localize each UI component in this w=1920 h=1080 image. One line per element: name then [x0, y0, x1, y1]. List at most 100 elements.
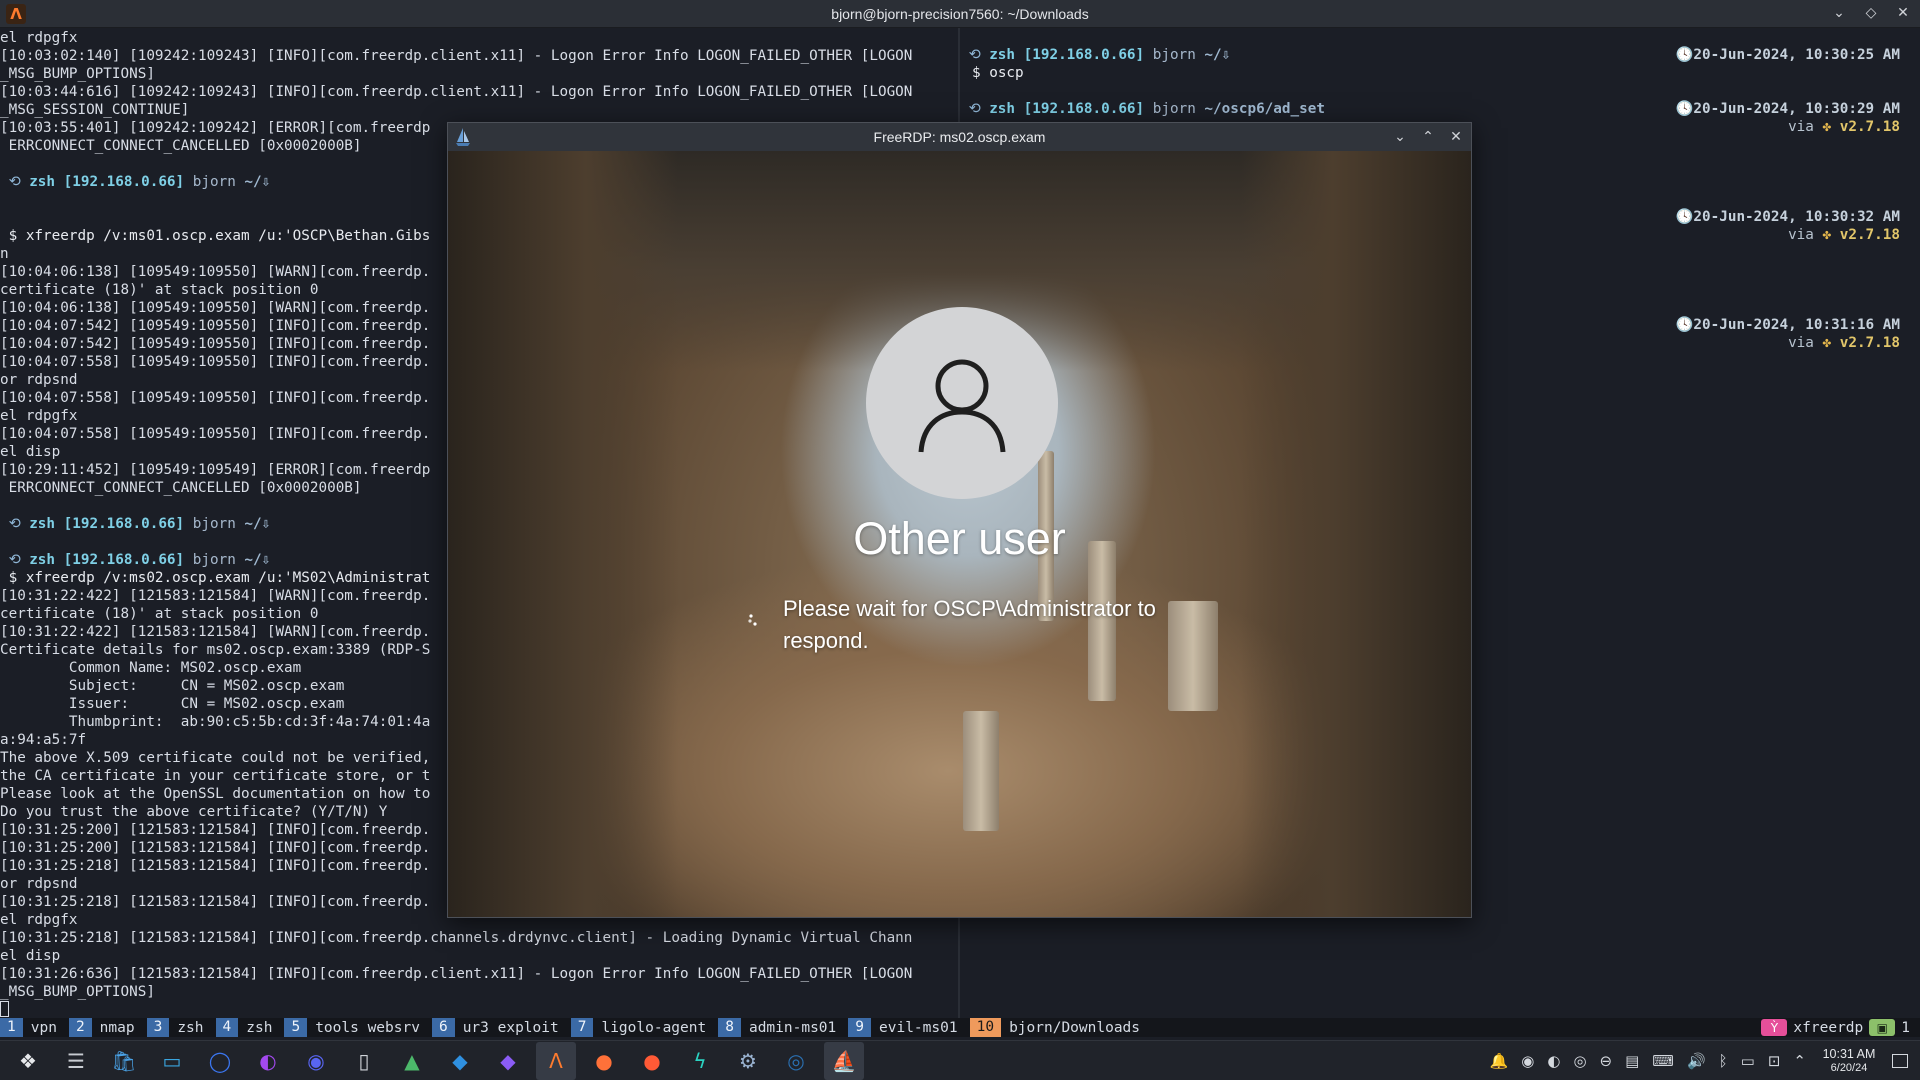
vscode-icon[interactable]: ◆ — [440, 1042, 480, 1080]
workspace-bar: 1 vpn 2 nmap 3 zsh 4 zsh 5 tools websrv 6 ur3 explo… — [0, 1018, 1920, 1037]
vpn-tray-icon[interactable]: ⊖ — [1600, 1052, 1613, 1070]
signal-icon[interactable]: ◯ — [200, 1042, 240, 1080]
freerdp-minimize-button[interactable]: ⌄ — [1391, 128, 1409, 146]
kde-launcher-icon[interactable]: ❖ — [8, 1042, 48, 1080]
line-text: [10:04:07:558] [109549:109550] [INFO][co… — [0, 426, 431, 442]
timestamp: 🕓20-Jun-2024, 10:30:25 AM — [1676, 46, 1900, 64]
workspace-6[interactable]: 6 ur3 exploit — [431, 1018, 565, 1037]
bolt-app-icon[interactable]: ϟ — [680, 1042, 720, 1080]
line-text: el rdpgfx — [0, 30, 78, 46]
clock-icon: 🕓 — [1675, 101, 1694, 117]
freerdp-window[interactable]: FreeRDP: ms02.oscp.exam ⌄ ⌃ ✕ Other user… — [447, 122, 1472, 918]
timestamp-text: 20-Jun-2024, 10:30:32 AM — [1693, 209, 1900, 225]
workspace-label: ligolo-agent — [601, 1019, 707, 1036]
remote-desktop-screen[interactable]: Other user Please wait for OSCP\Administ… — [448, 151, 1471, 917]
freerdp-maximize-button[interactable]: ⌃ — [1419, 128, 1437, 146]
current-path: ~/⇩ — [244, 174, 271, 190]
discord-icon[interactable]: ◉ — [296, 1042, 336, 1080]
clock[interactable]: 10:31 AM 6/20/24 — [1819, 1047, 1879, 1075]
workspace-7[interactable]: 7 ligolo-agent — [570, 1018, 713, 1037]
workspace-number: 2 — [68, 1018, 92, 1037]
host-ip: [192.168.0.66] — [1023, 47, 1145, 63]
command-text: $ oscp — [972, 65, 1024, 81]
python-icon: ✤ — [1813, 335, 1840, 351]
system-monitor-icon[interactable]: ▲ — [392, 1042, 432, 1080]
freerdp-titlebar[interactable]: FreeRDP: ms02.oscp.exam ⌄ ⌃ ✕ — [448, 123, 1471, 151]
steam-icon[interactable]: ◎ — [776, 1042, 816, 1080]
workspace-label: nmap — [99, 1019, 135, 1036]
line-text: Certificate details for ms02.oscp.exam:3… — [0, 642, 431, 658]
line-text: ERRCONNECT_CONNECT_CANCELLED [0x0002000B… — [0, 480, 362, 496]
task-manager-icon[interactable]: ☰ — [56, 1042, 96, 1080]
line-text: [10:03:02:140] [109242:109243] [INFO][co… — [0, 48, 913, 64]
store-icon[interactable]: 🛍 — [104, 1042, 144, 1080]
clock-icon: 🕓 — [1675, 47, 1694, 63]
freerdp-title: FreeRDP: ms02.oscp.exam — [873, 129, 1046, 145]
terminal-cursor — [0, 1001, 9, 1017]
minimize-button[interactable]: ⌄ — [1830, 4, 1848, 22]
line-text: The above X.509 certificate could not be… — [0, 750, 431, 766]
notifications-icon[interactable]: 🔔 — [1490, 1052, 1509, 1070]
volume-icon[interactable]: 🔊 — [1687, 1052, 1706, 1070]
messenger-tray-icon[interactable]: ◐ — [1547, 1052, 1560, 1070]
clipboard-icon[interactable]: ▤ — [1625, 1052, 1639, 1070]
firefox-dev-icon[interactable]: ● — [632, 1042, 672, 1080]
close-button[interactable]: ✕ — [1894, 4, 1912, 22]
terminal-titlebar[interactable]: Λ bjorn@bjorn-precision7560: ~/Downloads… — [0, 0, 1920, 28]
current-path: ~/⇩ — [244, 516, 271, 532]
messenger-icon[interactable]: ◐ — [248, 1042, 288, 1080]
window-count-icon: ▣ — [1869, 1019, 1896, 1036]
settings-icon[interactable]: ⚙ — [728, 1042, 768, 1080]
python-icon: ✤ — [1813, 119, 1840, 135]
pin-icon: Ỳ — [1761, 1019, 1788, 1036]
refresh-icon: ⟲ — [0, 552, 30, 568]
network-icon[interactable]: ⊡ — [1768, 1052, 1781, 1070]
line-text: [10:04:07:542] [109549:109550] [INFO][co… — [0, 336, 431, 352]
phone-icon[interactable]: ▯ — [344, 1042, 384, 1080]
active-app-name: xfreerdp — [1793, 1019, 1864, 1036]
output-line: el rdpgfx — [0, 29, 958, 47]
python-version: via ✤ v2.7.18 — [1788, 226, 1900, 244]
file-manager-icon[interactable]: ▭ — [152, 1042, 192, 1080]
workspace-8[interactable]: 8 admin-ms01 — [718, 1018, 842, 1037]
freerdp-icon[interactable]: ⛵ — [824, 1041, 864, 1080]
workspace-label: zsh — [246, 1019, 273, 1036]
workspace-4[interactable]: 4 zsh — [215, 1018, 279, 1037]
right-terminal-line: ⟲ zsh [192.168.0.66] bjorn ~/⇩ 🕓20-Jun-20… — [960, 46, 1920, 64]
refresh-icon: ⟲ — [960, 47, 990, 63]
clock-time: 10:31 AM — [1822, 1047, 1876, 1061]
workspace-1[interactable]: 1 vpn — [0, 1018, 63, 1037]
line-text: _MSG_BUMP_OPTIONS] — [0, 66, 155, 82]
loading-spinner-icon — [748, 614, 757, 626]
discord-tray-icon[interactable]: ◉ — [1521, 1052, 1534, 1070]
firefox-icon[interactable]: ● — [584, 1042, 624, 1080]
line-text: or rdpsnd — [0, 372, 78, 388]
version-text: v2.7.18 — [1839, 119, 1900, 135]
obsidian-icon[interactable]: ◆ — [488, 1042, 528, 1080]
line-text: [10:31:26:636] [121583:121584] [INFO][co… — [0, 966, 913, 982]
alacritty-icon[interactable]: Λ — [536, 1041, 576, 1080]
workspace-9[interactable]: 9 evil-ms01 — [848, 1018, 963, 1037]
host-ip: [192.168.0.66] — [1023, 101, 1145, 117]
shell-name: zsh — [29, 174, 56, 190]
workspace-5[interactable]: 5 tools websrv — [284, 1018, 426, 1037]
via-label: via — [1788, 119, 1814, 135]
output-line: [10:03:02:140] [109242:109243] [INFO][co… — [0, 47, 958, 65]
steam-tray-icon[interactable]: ◎ — [1573, 1052, 1586, 1070]
keyboard-icon[interactable]: ⌨ — [1652, 1052, 1674, 1070]
display-icon[interactable]: ▭ — [1741, 1052, 1755, 1070]
show-desktop-icon[interactable] — [1892, 1054, 1908, 1068]
version-text: v2.7.18 — [1839, 227, 1900, 243]
line-text: Thumbprint: ab:90:c5:5b:cd:3f:4a:74:01:4… — [0, 714, 431, 730]
workspace-3[interactable]: 3 zsh — [146, 1018, 210, 1037]
freerdp-close-button[interactable]: ✕ — [1447, 128, 1465, 146]
float-button[interactable]: ◇ — [1862, 4, 1880, 22]
workspace-10[interactable]: 10 bjorn/Downloads — [969, 1018, 1146, 1037]
workspace-label: admin-ms01 — [748, 1019, 837, 1036]
line-text: certificate (18)' at stack position 0 — [0, 606, 319, 622]
line-text: [10:04:07:558] [109549:109550] [INFO][co… — [0, 390, 431, 406]
expand-tray-icon[interactable]: ⌃ — [1793, 1052, 1806, 1070]
output-line: _MSG_BUMP_OPTIONS] — [0, 983, 958, 1001]
bluetooth-icon[interactable]: ᛒ — [1719, 1052, 1728, 1070]
workspace-2[interactable]: 2 nmap — [68, 1018, 141, 1037]
